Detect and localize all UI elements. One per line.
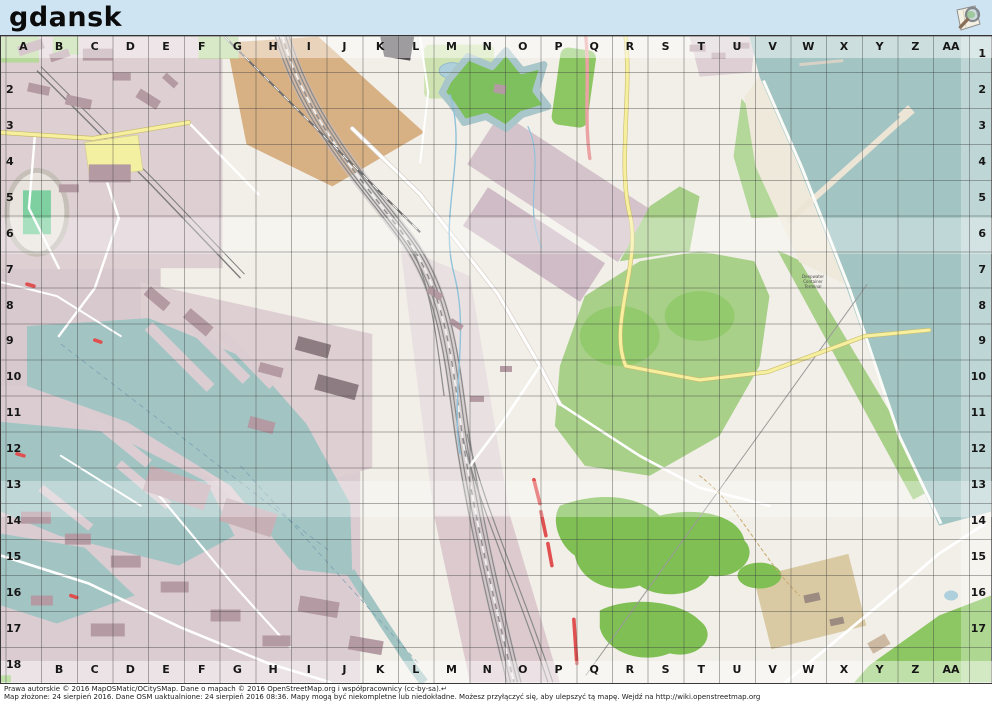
map-artwork [1, 36, 991, 683]
grid-letter-top: X [826, 40, 862, 54]
grid-number-left: 10 [6, 370, 32, 384]
map-poster: gdansk [0, 0, 992, 701]
grid-letter-top: C [77, 40, 113, 54]
grid-letter-bottom: Z [897, 663, 933, 677]
title-bar: gdansk [0, 0, 992, 36]
grid-number-left: 6 [6, 227, 32, 241]
grid-letter-top: F [184, 40, 220, 54]
grid-letter-bottom: K [362, 663, 398, 677]
map-canvas: ABCDEFGHIJKLMNOPQRSTUVWXYZAABCDEFGHIJKLM… [0, 36, 992, 683]
grid-letter-bottom: F [184, 663, 220, 677]
grid-letter-top: W [790, 40, 826, 54]
grid-number-left: 7 [6, 263, 32, 277]
grid-letter-bottom: L [398, 663, 434, 677]
grid-letter-top: V [755, 40, 791, 54]
grid-letter-top: E [148, 40, 184, 54]
grid-letter-top: P [541, 40, 577, 54]
grid-number-left: 4 [6, 155, 32, 169]
grid-letter-bottom: I [291, 663, 327, 677]
grid-number-left: 5 [6, 191, 32, 205]
grid-letter-top: J [326, 40, 362, 54]
grid-letter-top: L [398, 40, 434, 54]
grid-number-right: 2 [961, 83, 989, 97]
grid-number-right: 16 [961, 586, 989, 600]
grid-letter-top: M [434, 40, 470, 54]
grid-number-right: 9 [961, 334, 989, 348]
grid-letter-bottom: W [790, 663, 826, 677]
grid-letter-bottom: U [719, 663, 755, 677]
grid-number-right: 6 [961, 227, 989, 241]
grid-number-right: 14 [961, 514, 989, 528]
grid-number-right: 8 [961, 299, 989, 313]
grid-number-left: 17 [6, 622, 32, 636]
footer-copyright-line: Prawa autorskie © 2016 MapOSMatic/OCityS… [0, 684, 992, 693]
grid-letter-bottom: B [41, 663, 77, 677]
grid-number-left: 16 [6, 586, 32, 600]
grid-number-left: 12 [6, 442, 32, 456]
grid-letter-top: Q [576, 40, 612, 54]
grid-letter-bottom: H [255, 663, 291, 677]
maposmatic-logo-icon [954, 3, 984, 33]
grid-letter-top: T [683, 40, 719, 54]
footer-info-line: Map złożone: 24 sierpień 2016. Dane OSM … [0, 693, 992, 701]
grid-letter-top: O [505, 40, 541, 54]
grid-number-left: 9 [6, 334, 32, 348]
grid-number-left: 18 [6, 658, 32, 672]
grid-letter-bottom: O [505, 663, 541, 677]
grid-letter-bottom: P [541, 663, 577, 677]
grid-letter-bottom: Q [576, 663, 612, 677]
grid-letter-top: H [255, 40, 291, 54]
grid-number-left: 11 [6, 406, 32, 420]
grid-letter-bottom: N [469, 663, 505, 677]
grid-letter-top: N [469, 40, 505, 54]
grid-letter-top: A [5, 40, 41, 54]
grid-letter-top: D [112, 40, 148, 54]
grid-letter-top: R [612, 40, 648, 54]
grid-number-right: 3 [961, 119, 989, 133]
grid-number-right: 13 [961, 478, 989, 492]
map-text-label: Deepwater Container Terminal [783, 274, 843, 289]
grid-letter-bottom: T [683, 663, 719, 677]
grid-letter-bottom: X [826, 663, 862, 677]
grid-number-right: 17 [961, 622, 989, 636]
stadium [7, 170, 67, 254]
grid-letter-bottom: Y [862, 663, 898, 677]
grid-letter-bottom: J [326, 663, 362, 677]
grid-number-right: 10 [961, 370, 989, 384]
grid-letter-bottom: S [648, 663, 684, 677]
grid-letter-bottom: D [112, 663, 148, 677]
grid-letter-top: Z [897, 40, 933, 54]
grid-number-left: 15 [6, 550, 32, 564]
grid-letter-bottom: AA [933, 663, 969, 677]
footer: Prawa autorskie © 2016 MapOSMatic/OCityS… [0, 683, 992, 701]
grid-number-left: 8 [6, 299, 32, 313]
grid-letter-bottom: M [434, 663, 470, 677]
grid-letter-top: S [648, 40, 684, 54]
grid-number-right: 5 [961, 191, 989, 205]
grid-number-right: 7 [961, 263, 989, 277]
grid-letter-top: G [219, 40, 255, 54]
grid-number-right: 1 [961, 47, 989, 61]
grid-letter-top: Y [862, 40, 898, 54]
grid-letter-bottom: E [148, 663, 184, 677]
grid-number-right: 15 [961, 550, 989, 564]
grid-letter-bottom: R [612, 663, 648, 677]
grid-number-left: 13 [6, 478, 32, 492]
grid-number-right: 4 [961, 155, 989, 169]
grid-letter-top: B [41, 40, 77, 54]
grid-number-right: 12 [961, 442, 989, 456]
grid-letter-bottom: G [219, 663, 255, 677]
grid-letter-bottom: C [77, 663, 113, 677]
grid-number-left: 14 [6, 514, 32, 528]
page-title: gdansk [0, 0, 992, 34]
grid-number-left: 3 [6, 119, 32, 133]
grid-letter-top: K [362, 40, 398, 54]
grid-letter-top: U [719, 40, 755, 54]
grid-number-right: 11 [961, 406, 989, 420]
grid-letter-bottom: V [755, 663, 791, 677]
grid-letter-top: I [291, 40, 327, 54]
grid-number-left: 2 [6, 83, 32, 97]
